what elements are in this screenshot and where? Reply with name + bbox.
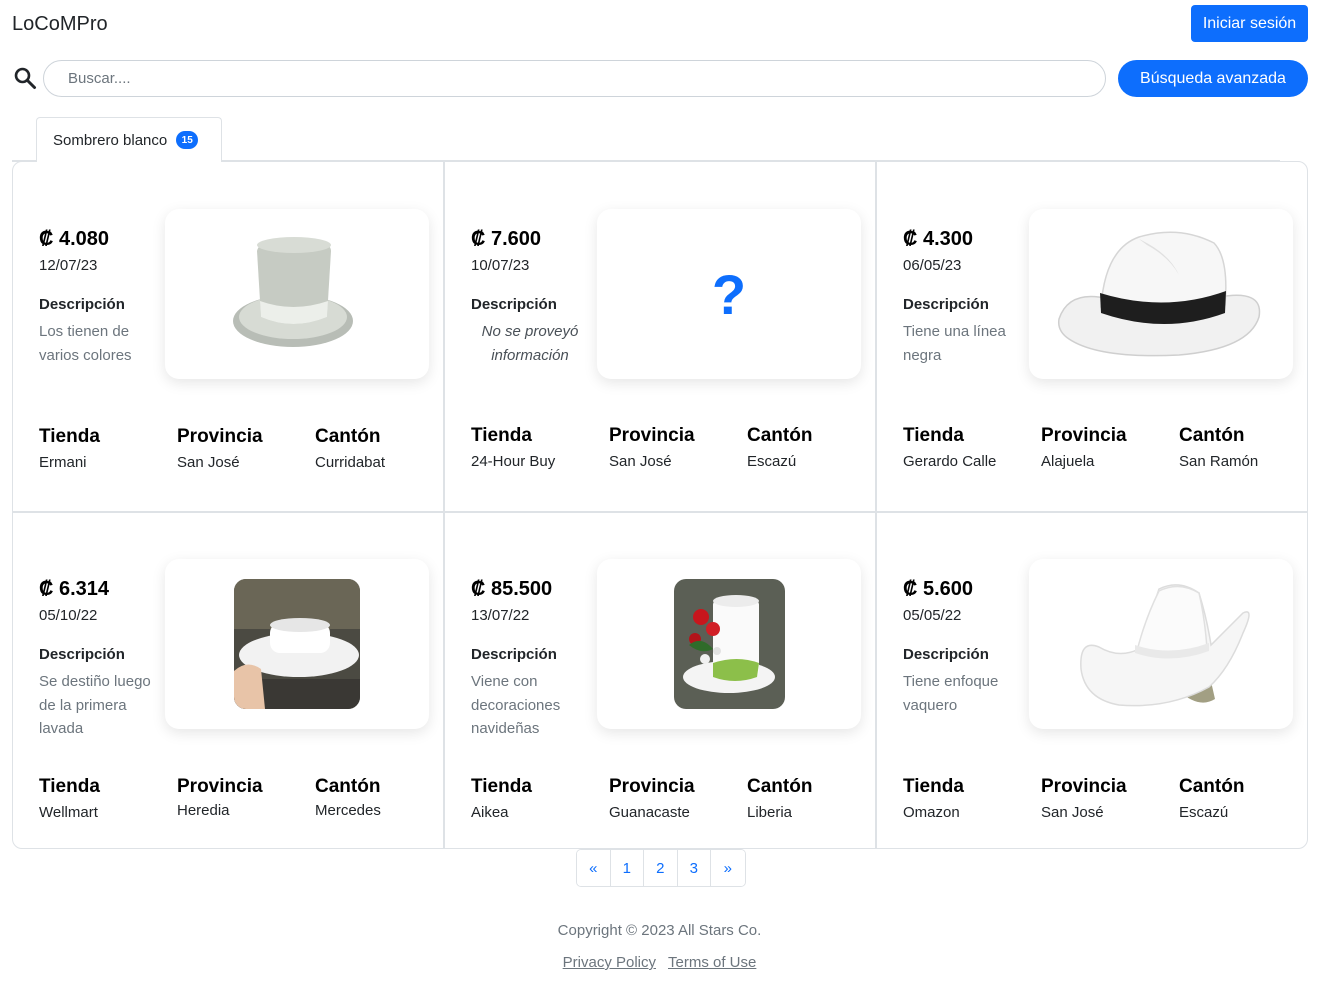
- question-mark-icon: ?: [711, 262, 747, 326]
- pagination-prev-button[interactable]: «: [577, 850, 611, 886]
- product-image: [1029, 209, 1293, 379]
- product-date: 06/05/23: [903, 257, 962, 274]
- description-text: Viene con decoraciones navideñas: [471, 673, 561, 737]
- province-value: Alajuela: [1041, 453, 1095, 470]
- canton-label: Cantón: [747, 425, 813, 446]
- store-label: Tienda: [39, 426, 100, 447]
- pagination-page-1[interactable]: 1: [610, 850, 644, 886]
- white-fedora-image: [1057, 231, 1261, 357]
- white-pork-pie-hat-photo: [234, 579, 360, 709]
- description-title: Descripción: [471, 296, 557, 313]
- description-title: Descripción: [471, 646, 557, 663]
- product-card[interactable]: ₡ 5.600 05/05/22 Descripción Tiene enfoq…: [877, 513, 1307, 848]
- pagination: « 1 2 3 »: [576, 849, 746, 887]
- description-title: Descripción: [903, 296, 989, 313]
- store-value: Aikea: [471, 804, 509, 821]
- description-text: Tiene enfoque vaquero: [903, 673, 999, 714]
- province-label: Provincia: [1041, 425, 1127, 446]
- province-value: San José: [1041, 804, 1104, 821]
- canton-value: Escazú: [747, 453, 797, 470]
- canton-value: San Ramón: [1179, 453, 1259, 470]
- pagination-next-button[interactable]: »: [711, 850, 745, 886]
- province-label: Provincia: [609, 425, 695, 446]
- product-date: 13/07/22: [471, 607, 530, 624]
- product-image-placeholder: ?: [597, 209, 861, 379]
- product-price: ₡ 6.314: [39, 578, 110, 600]
- tab-label: Sombrero blanco: [53, 131, 168, 149]
- province-label: Provincia: [1041, 776, 1127, 797]
- canton-value: Liberia: [747, 804, 793, 821]
- province-value: San José: [609, 453, 672, 470]
- store-value: Wellmart: [39, 804, 98, 821]
- description-title: Descripción: [903, 646, 989, 663]
- product-price: ₡ 5.600: [903, 578, 974, 600]
- description-text: Se destiño luego de la primera lavada: [39, 673, 151, 737]
- canton-label: Cantón: [1179, 425, 1245, 446]
- gray-top-hat-image: [233, 237, 353, 347]
- store-label: Tienda: [903, 776, 964, 797]
- product-image: [1029, 559, 1293, 729]
- product-date: 05/10/22: [39, 607, 98, 624]
- search-input[interactable]: [43, 60, 1106, 97]
- description-title: Descripción: [39, 296, 125, 313]
- canton-label: Cantón: [747, 776, 813, 797]
- canton-value: Curridabat: [315, 454, 386, 471]
- product-price: ₡ 85.500: [471, 578, 553, 600]
- store-label: Tienda: [39, 776, 100, 797]
- pagination-page-3[interactable]: 3: [677, 850, 711, 886]
- canton-label: Cantón: [1179, 776, 1245, 797]
- advanced-search-button[interactable]: Búsqueda avanzada: [1118, 60, 1308, 97]
- province-value: San José: [177, 454, 240, 471]
- results-grid: ₡ 4.080 12/07/23 Descripción Los tienen …: [12, 161, 1308, 849]
- product-image: [165, 559, 429, 729]
- canton-label: Cantón: [315, 776, 381, 797]
- product-image: [597, 559, 861, 729]
- province-value: Guanacaste: [609, 804, 690, 821]
- tab-results[interactable]: Sombrero blanco 15: [36, 117, 222, 162]
- canton-label: Cantón: [315, 426, 381, 447]
- product-card[interactable]: ₡ 7.600 10/07/23 Descripción No se prove…: [445, 162, 877, 512]
- store-value: Ermani: [39, 454, 87, 471]
- province-label: Provincia: [177, 426, 263, 447]
- product-date: 12/07/23: [39, 257, 98, 274]
- login-button[interactable]: Iniciar sesión: [1191, 5, 1308, 42]
- footer-links: Privacy Policy Terms of Use: [0, 954, 1319, 971]
- product-card[interactable]: ₡ 85.500 13/07/22 Descripción Viene con …: [445, 513, 877, 848]
- province-label: Provincia: [177, 776, 263, 797]
- description-title: Descripción: [39, 646, 125, 663]
- product-date: 05/05/22: [903, 607, 962, 624]
- description-text: Los tienen de varios colores: [39, 323, 132, 364]
- privacy-policy-link[interactable]: Privacy Policy: [563, 954, 656, 971]
- canton-value: Escazú: [1179, 804, 1229, 821]
- product-date: 10/07/23: [471, 257, 530, 274]
- product-card[interactable]: ₡ 6.314 05/10/22 Descripción Se destiño …: [13, 513, 445, 848]
- store-value: Omazon: [903, 804, 960, 821]
- search-icon[interactable]: [13, 66, 37, 90]
- white-cowboy-hat-image: [1080, 584, 1250, 707]
- store-label: Tienda: [471, 425, 532, 446]
- footer-copyright: Copyright © 2023 All Stars Co.: [557, 922, 762, 939]
- product-price: ₡ 4.080: [39, 228, 110, 250]
- brand-logo-text[interactable]: LoCoMPro: [12, 13, 108, 36]
- store-label: Tienda: [903, 425, 964, 446]
- product-card[interactable]: ₡ 4.080 12/07/23 Descripción Los tienen …: [13, 162, 445, 512]
- pagination-page-2[interactable]: 2: [644, 850, 678, 886]
- province-label: Provincia: [609, 776, 695, 797]
- province-value: Heredia: [177, 802, 230, 819]
- christmas-decorated-hat-photo: [674, 579, 785, 709]
- description-text: No se proveyó información: [481, 323, 579, 364]
- store-value: Gerardo Calle: [903, 453, 997, 470]
- product-price: ₡ 7.600: [471, 228, 542, 250]
- store-label: Tienda: [471, 776, 532, 797]
- store-value: 24-Hour Buy: [471, 453, 556, 470]
- result-count-badge: 15: [176, 131, 199, 149]
- terms-of-use-link[interactable]: Terms of Use: [668, 954, 756, 971]
- product-card[interactable]: ₡ 4.300 06/05/23 Descripción Tiene una l…: [877, 162, 1307, 512]
- product-image: [165, 209, 429, 379]
- description-text: Tiene una línea negra: [903, 323, 1006, 364]
- canton-value: Mercedes: [315, 802, 381, 819]
- product-price: ₡ 4.300: [903, 228, 974, 250]
